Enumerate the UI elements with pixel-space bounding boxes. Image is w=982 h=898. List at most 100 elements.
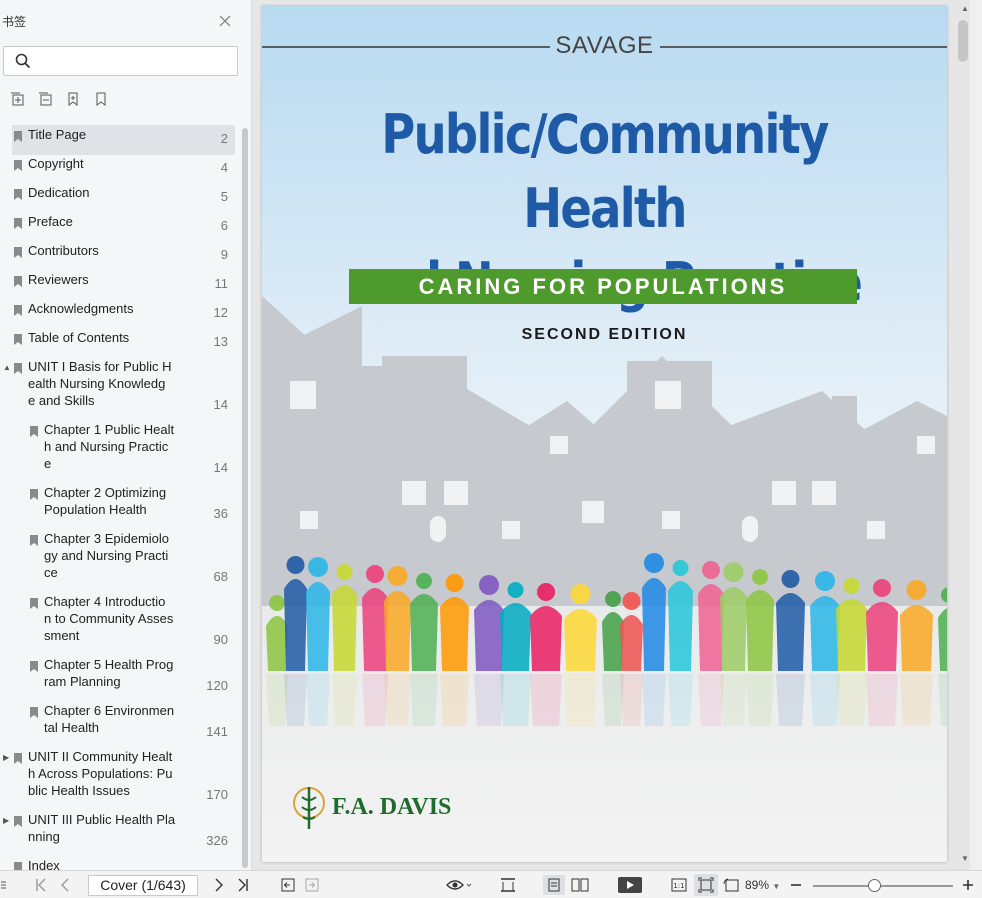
sidebar-scrollbar[interactable]: [241, 128, 248, 870]
zoom-level[interactable]: 89% ▼: [745, 878, 780, 892]
bookmark-page-number: 13: [213, 334, 228, 349]
search-icon: [15, 53, 31, 72]
search-input[interactable]: [38, 52, 228, 70]
expand-toggle-icon[interactable]: ▶: [3, 816, 9, 825]
bookmark-item[interactable]: Copyright 4: [0, 155, 236, 175]
bookmark-icon: [30, 489, 38, 500]
bookmark-label: Chapter 4 Introductio n to Community Ass…: [44, 594, 174, 643]
bookmark-label: Dedication: [28, 185, 90, 200]
last-page-icon[interactable]: [234, 876, 252, 894]
bookmark-label: Table of Contents: [28, 330, 130, 345]
bookmark-item[interactable]: ▶ UNIT II Community Healt h Across Popula…: [0, 748, 236, 802]
add-bookmark-icon[interactable]: [64, 90, 82, 108]
bookmark-item[interactable]: Preface 6: [0, 213, 236, 233]
next-page-icon[interactable]: [210, 876, 228, 894]
zoom-slider[interactable]: [813, 885, 953, 887]
bookmark-item[interactable]: Dedication 5: [0, 184, 236, 204]
collapse-all-icon[interactable]: [36, 90, 54, 108]
fit-width-icon[interactable]: [498, 876, 518, 894]
eye-comfort-icon[interactable]: [444, 876, 474, 894]
previous-page-icon[interactable]: [56, 876, 74, 894]
two-page-icon[interactable]: [569, 876, 591, 894]
scroll-down-icon[interactable]: ▼: [961, 854, 969, 863]
document-scrollbar[interactable]: ▲ ▼: [954, 0, 982, 870]
bookmark-sidebar: 书签 Title Page 2 Copyright 4 Dedication 5…: [0, 0, 252, 870]
bookmark-item[interactable]: Chapter 1 Public Healt h and Nursing Pra…: [0, 421, 236, 475]
bookmark-icon: [14, 305, 22, 316]
bookmark-page-number: 4: [220, 160, 228, 175]
bookmark-icon: [30, 535, 38, 546]
bookmark-label: UNIT I Basis for Public H ealth Nursing …: [28, 359, 172, 408]
cover-author: SAVAGE: [555, 32, 654, 59]
bookmark-icon: [14, 862, 22, 870]
bookmark-icon: [14, 247, 22, 258]
bookmark-item[interactable]: ▶ UNIT III Public Health Pla nning 326: [0, 811, 236, 848]
bookmark-label: Chapter 6 Environmen tal Health: [44, 703, 175, 735]
bookmark-icon: [30, 426, 38, 437]
expand-toggle-icon[interactable]: ▶: [3, 753, 9, 762]
bookmark-icon[interactable]: [92, 90, 110, 108]
zoom-in-icon[interactable]: [961, 876, 975, 894]
bookmark-page-number: 11: [214, 276, 229, 291]
zoom-slider-handle[interactable]: [868, 879, 881, 892]
bookmark-icon: [14, 816, 22, 827]
bookmark-icon: [14, 753, 22, 764]
bookmark-item[interactable]: Index: [0, 857, 236, 870]
actual-size-icon[interactable]: 1:1: [670, 876, 688, 894]
bookmark-label: Reviewers: [28, 272, 89, 287]
bookmark-label: Chapter 3 Epidemiolo gy and Nursing Prac…: [44, 531, 170, 580]
document-viewport[interactable]: SAVAGE Public/Community Health and Nursi…: [253, 0, 982, 870]
scrollbar-thumb[interactable]: [242, 128, 248, 868]
bookmark-page-number: 68: [213, 569, 228, 584]
bookmark-item[interactable]: Table of Contents 13: [0, 329, 236, 349]
expand-toggle-icon[interactable]: ▲: [3, 363, 11, 372]
bookmark-item[interactable]: Chapter 6 Environmen tal Health 141: [0, 702, 236, 739]
bookmark-icon: [14, 363, 22, 374]
svg-text:1:1: 1:1: [673, 882, 684, 890]
bookmark-item[interactable]: ▲ UNIT I Basis for Public H ealth Nursing…: [0, 358, 236, 412]
bookmark-label: Preface: [28, 214, 73, 229]
scroll-up-icon[interactable]: ▲: [961, 4, 969, 13]
pdf-reader-window: 书签 Title Page 2 Copyright 4 Dedication 5…: [0, 0, 982, 898]
bookmark-item[interactable]: Chapter 3 Epidemiolo gy and Nursing Prac…: [0, 530, 236, 584]
bookmark-item[interactable]: Chapter 5 Health Prog ram Planning 120: [0, 656, 236, 693]
pdf-page-cover: SAVAGE Public/Community Health and Nursi…: [262, 6, 947, 862]
bookmark-label: Contributors: [28, 243, 99, 258]
bookmark-toolbar: [8, 90, 110, 108]
page-number-field[interactable]: Cover (1/643): [88, 875, 198, 896]
bookmark-label: Copyright: [28, 156, 84, 171]
bookmark-item[interactable]: Chapter 2 Optimizing Population Health 36: [0, 484, 236, 521]
scrollbar-thumb[interactable]: [958, 20, 968, 62]
zoom-out-icon[interactable]: [789, 876, 803, 894]
forward-icon[interactable]: [303, 876, 321, 894]
bookmark-icon: [14, 131, 22, 142]
play-slideshow-icon[interactable]: [617, 876, 643, 894]
bookmark-page-number: 9: [220, 247, 228, 262]
bookmark-page-number: 14: [213, 397, 228, 412]
cover-subtitle: CARING FOR POPULATIONS: [349, 269, 857, 304]
bookmark-search[interactable]: [3, 46, 238, 76]
caduceus-icon: [293, 787, 325, 829]
bookmark-item[interactable]: Acknowledgments 12: [0, 300, 236, 320]
bookmark-page-number: 12: [213, 305, 228, 320]
bookmark-label: Index: [28, 858, 60, 870]
bookmark-item[interactable]: Chapter 4 Introductio n to Community Ass…: [0, 593, 236, 647]
fit-page-icon[interactable]: [694, 874, 718, 896]
bookmark-tree: Title Page 2 Copyright 4 Dedication 5 Preface 6…: [0, 124, 240, 870]
bookmark-item[interactable]: Contributors 9: [0, 242, 236, 262]
sidebar-toggle-icon[interactable]: [0, 876, 8, 894]
single-page-icon[interactable]: [543, 875, 565, 895]
bookmark-page-number: 36: [213, 506, 228, 521]
bookmark-page-number: 141: [206, 724, 228, 739]
rotate-icon[interactable]: [722, 876, 740, 894]
bookmark-icon: [30, 598, 38, 609]
bookmark-page-number: 6: [220, 218, 228, 233]
bookmark-page-number: 170: [206, 787, 228, 802]
cover-title-line1: Public/Community Health: [381, 103, 829, 240]
close-icon[interactable]: [218, 14, 232, 28]
first-page-icon[interactable]: [32, 876, 50, 894]
expand-all-icon[interactable]: [8, 90, 26, 108]
bookmark-item[interactable]: Title Page 2: [0, 125, 236, 155]
back-icon[interactable]: [279, 876, 297, 894]
bookmark-item[interactable]: Reviewers 11: [0, 271, 236, 291]
